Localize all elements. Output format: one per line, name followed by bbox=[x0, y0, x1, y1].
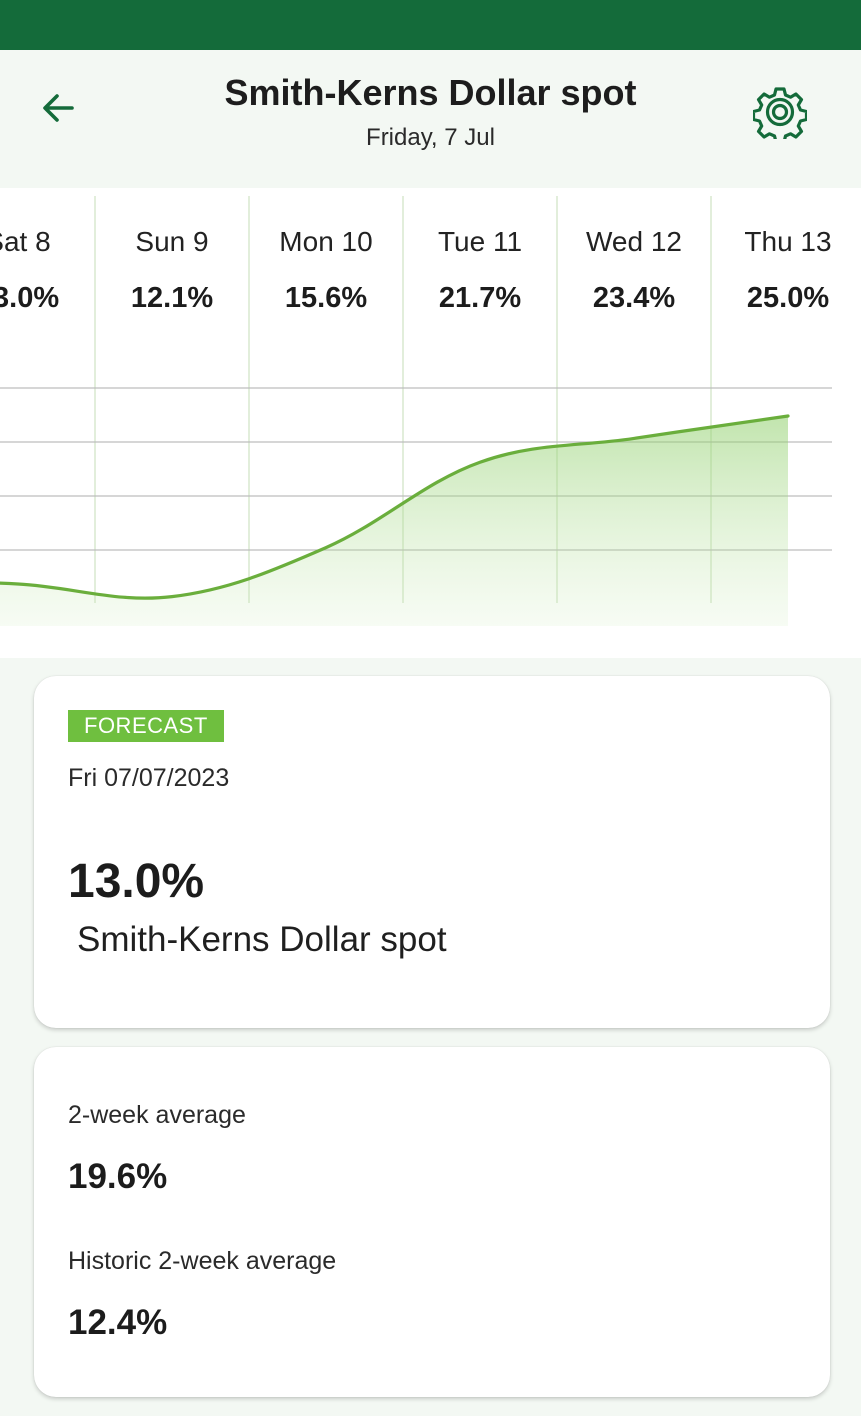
tick-label: Sun 9 bbox=[135, 226, 209, 257]
tick-label: Sat 8 bbox=[0, 226, 51, 257]
data-label: 21.7% bbox=[438, 282, 522, 314]
historic-average-label: Historic 2-week average bbox=[68, 1247, 337, 1275]
day-column[interactable]: Mon 10 15.6% bbox=[249, 188, 403, 318]
settings-button[interactable] bbox=[748, 80, 812, 144]
data-label: 12.1% bbox=[130, 282, 214, 314]
day-column[interactable]: Sun 9 12.1% bbox=[95, 188, 249, 318]
forecast-chart: Sat 8 13.0% Sun 9 12.1% Mon 10 15.6% Tue 11 21.… bbox=[0, 188, 861, 658]
averages-card: 2-week average 19.6% Historic 2-week ave… bbox=[34, 1047, 830, 1397]
day-column[interactable]: Tue 11 21.7% bbox=[403, 188, 557, 318]
chart-area bbox=[0, 416, 788, 626]
day-column[interactable]: Sat 8 13.0% bbox=[0, 188, 95, 318]
forecast-card: FORECAST Fri 07/07/2023 13.0% Smith-Kern… bbox=[34, 676, 830, 1028]
data-label: 25.0% bbox=[746, 282, 830, 314]
two-week-average-label: 2-week average bbox=[68, 1101, 246, 1129]
data-label: 15.6% bbox=[284, 282, 368, 314]
tick-label: Tue 11 bbox=[437, 226, 523, 257]
historic-average-value: 12.4% bbox=[68, 1303, 168, 1342]
forecast-date: Fri 07/07/2023 bbox=[68, 764, 230, 792]
page-subtitle: Friday, 7 Jul bbox=[366, 124, 495, 151]
page-title: Smith-Kerns Dollar spot bbox=[224, 72, 637, 113]
status-bar bbox=[0, 0, 861, 50]
forecast-badge: FORECAST bbox=[68, 710, 224, 742]
tick-label: Mon 10 bbox=[279, 226, 373, 257]
data-label: 13.0% bbox=[0, 282, 60, 314]
day-column[interactable]: Thu 13 25.0% bbox=[711, 188, 861, 318]
gear-icon bbox=[753, 87, 807, 139]
forecast-model-name: Smith-Kerns Dollar spot bbox=[77, 920, 447, 959]
two-week-average-value: 19.6% bbox=[68, 1157, 168, 1196]
header: Smith-Kerns Dollar spot Friday, 7 Jul bbox=[0, 50, 861, 188]
tick-label: Wed 12 bbox=[586, 226, 682, 257]
tick-label: Thu 13 bbox=[744, 226, 832, 257]
day-column[interactable]: Wed 12 23.4% bbox=[557, 188, 711, 318]
data-label: 23.4% bbox=[592, 282, 676, 314]
forecast-value: 13.0% bbox=[68, 855, 205, 908]
